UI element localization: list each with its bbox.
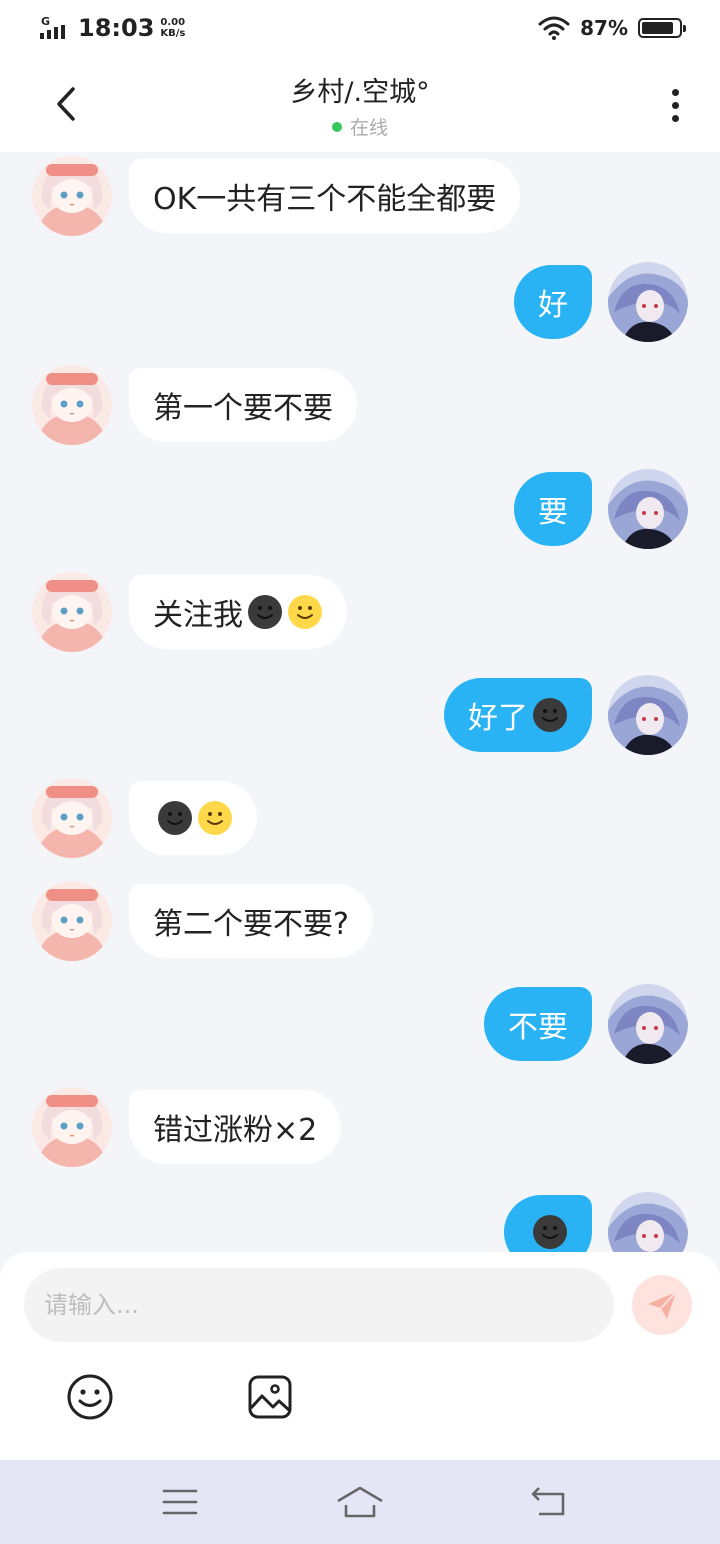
incoming-message-bubble[interactable]: 第一个要不要 [129, 368, 357, 442]
message-text: 关注我 [153, 598, 243, 633]
battery-percent: 87% [580, 16, 628, 40]
my-avatar[interactable] [608, 469, 688, 549]
message-text: 错过涨粉×2 [153, 1113, 318, 1148]
contact-avatar[interactable] [32, 1087, 112, 1167]
smile-emoji-icon [198, 801, 232, 835]
send-icon [648, 1291, 677, 1319]
wifi-icon [538, 16, 570, 40]
send-button[interactable] [632, 1275, 692, 1335]
message-row: 好了 [0, 675, 720, 755]
message-row: 第二个要不要? [0, 881, 720, 961]
my-avatar[interactable] [608, 1192, 688, 1252]
my-avatar[interactable] [608, 262, 688, 342]
status-bar: G 18:03 0.00 KB/s 87% [0, 0, 720, 56]
network-speed: 0.00 KB/s [160, 17, 185, 39]
message-row: 第一个要不要 [0, 365, 720, 445]
incoming-message-bubble[interactable]: 错过涨粉×2 [129, 1090, 342, 1164]
network-speed-value: 0.00 [160, 17, 186, 28]
emoji-button[interactable] [65, 1372, 115, 1422]
incoming-message-bubble[interactable]: OK一共有三个不能全都要 [129, 159, 521, 233]
home-icon [337, 1486, 383, 1518]
online-dot-icon [331, 121, 342, 132]
more-vertical-icon [671, 88, 679, 96]
dark-smile-emoji-icon [158, 801, 192, 835]
incoming-message-bubble[interactable]: 关注我 [129, 575, 347, 649]
outgoing-message-bubble[interactable]: 不要 [484, 987, 592, 1061]
outgoing-message-bubble[interactable] [504, 1195, 592, 1252]
emoji-icon [67, 1374, 113, 1420]
contact-avatar[interactable] [32, 365, 112, 445]
back-icon [531, 1487, 565, 1516]
dark-smile-emoji-icon [533, 1215, 567, 1249]
image-button[interactable] [245, 1372, 295, 1422]
contact-avatar[interactable] [32, 881, 112, 961]
menu-button[interactable] [150, 1476, 210, 1528]
message-text: 第二个要不要? [153, 907, 349, 942]
message-input[interactable] [24, 1268, 614, 1342]
message-row: OK一共有三个不能全都要 [0, 156, 720, 236]
message-row [0, 778, 720, 858]
system-nav-bar [0, 1460, 720, 1544]
message-composer [0, 1252, 720, 1460]
home-button[interactable] [330, 1476, 390, 1528]
outgoing-message-bubble[interactable]: 要 [514, 472, 592, 546]
my-avatar[interactable] [608, 984, 688, 1064]
back-nav-button[interactable] [518, 1476, 578, 1528]
message-text: 好 [538, 288, 568, 323]
smile-emoji-icon [288, 595, 322, 629]
message-list[interactable]: OK一共有三个不能全都要好第一个要不要要关注我好了第二个要不要? 不要错过涨粉×2 [0, 152, 720, 1252]
dark-smile-emoji-icon [248, 595, 282, 629]
message-text: OK一共有三个不能全都要 [153, 182, 497, 217]
message-row: 关注我 [0, 572, 720, 652]
image-icon [248, 1375, 292, 1419]
network-speed-unit: KB/s [160, 28, 186, 39]
contact-avatar[interactable] [32, 572, 112, 652]
outgoing-message-bubble[interactable]: 好 [514, 265, 592, 339]
signal-icon: G [38, 15, 72, 41]
contact-avatar[interactable] [32, 778, 112, 858]
incoming-message-bubble[interactable]: 第二个要不要? [129, 884, 373, 958]
message-input-wrap[interactable] [24, 1268, 614, 1342]
status-time: 18:03 [78, 14, 155, 42]
incoming-message-bubble[interactable] [129, 781, 257, 855]
outgoing-message-bubble[interactable]: 好了 [444, 678, 592, 752]
chat-header: 乡村/.空城° 在线 [0, 56, 720, 152]
message-row: 不要 [0, 984, 720, 1064]
message-text: 要 [538, 495, 568, 530]
dark-smile-emoji-icon [533, 698, 567, 732]
message-text: 不要 [508, 1010, 568, 1045]
contact-avatar[interactable] [32, 156, 112, 236]
message-row: 要 [0, 469, 720, 549]
message-text: 第一个要不要 [153, 391, 333, 426]
my-avatar[interactable] [608, 675, 688, 755]
message-row: 好 [0, 262, 720, 342]
menu-icon [162, 1489, 198, 1515]
online-status-text: 在线 [349, 117, 388, 139]
message-row: 错过涨粉×2 [0, 1087, 720, 1167]
more-button[interactable] [660, 82, 690, 128]
online-status: 在线 [0, 113, 720, 140]
message-row [0, 1192, 720, 1252]
message-text: 好了 [468, 701, 528, 736]
battery-icon [638, 18, 686, 38]
contact-name: 乡村/.空城° [290, 77, 430, 108]
